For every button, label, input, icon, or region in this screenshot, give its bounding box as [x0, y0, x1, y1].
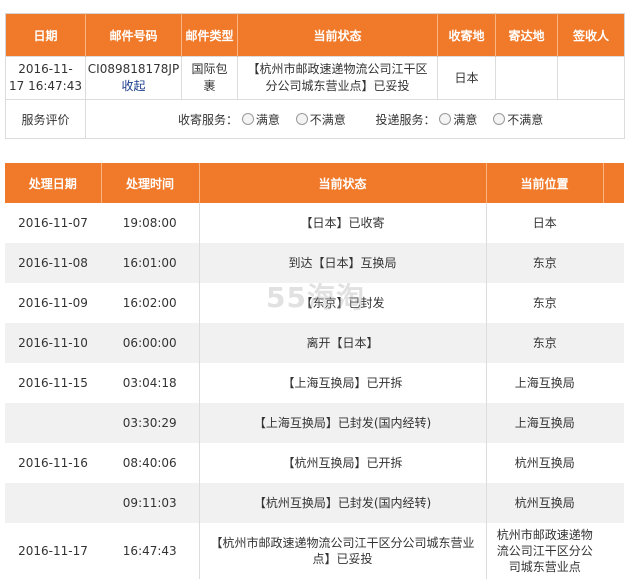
row-date	[5, 483, 101, 523]
evaluation-label: 服务评价	[5, 99, 86, 139]
deliver-satisfied-radio[interactable]	[439, 112, 452, 125]
row-time: 16:02:00	[101, 283, 199, 323]
row-status: 【杭州市邮政速递物流公司江干区分公司城东营业 点】已妥投	[198, 523, 486, 579]
row-date: 2016-11-15	[5, 363, 101, 403]
row-location: 东京	[485, 243, 603, 283]
summary-destination	[495, 56, 558, 100]
collect-service-group: 收寄服务： 满意 不满意	[178, 112, 362, 127]
row-location: 上海互换局	[485, 403, 603, 443]
row-time: 03:04:18	[101, 363, 199, 403]
header-date: 日期	[5, 13, 86, 57]
header-signer: 签收人	[557, 13, 625, 57]
row-location: 日本	[485, 203, 603, 243]
table-row: 2016-11-10 06:00:00 离开【日本】 东京	[5, 323, 624, 363]
row-status: 【上海互换局】已封发(国内经转)	[198, 403, 486, 443]
header-current-location: 当前位置	[486, 163, 604, 203]
table-row: 2016-11-07 19:08:00 【日本】已收寄 日本	[5, 203, 624, 243]
collapse-link[interactable]: 收起	[86, 78, 181, 95]
mail-summary-table: 日期 邮件号码 邮件类型 当前状态 收寄地 寄达地 签收人 2016-11- 1…	[5, 13, 625, 139]
row-date: 2016-11-16	[5, 443, 101, 483]
deliver-unsatisfied-radio[interactable]	[493, 112, 506, 125]
header-scroll-gutter	[603, 163, 624, 203]
summary-row: 2016-11- 17 16:47:43 CI089818178JP 收起 国际…	[5, 56, 625, 100]
header-destination: 寄达地	[495, 13, 558, 57]
row-time: 16:01:00	[101, 243, 199, 283]
row-location: 杭州互换局	[485, 483, 603, 523]
row-date: 2016-11-10	[5, 323, 101, 363]
row-status: 【日本】已收寄	[198, 203, 486, 243]
deliver-unsatisfied-option[interactable]: 不满意	[493, 112, 543, 127]
evaluation-options: 收寄服务： 满意 不满意 投递服务： 满意 不满意	[85, 99, 625, 139]
table-row: 2016-11-17 16:47:43 【杭州市邮政速递物流公司江干区分公司城东…	[5, 523, 624, 579]
deliver-satisfied-option[interactable]: 满意	[439, 112, 477, 127]
row-time: 16:47:43	[101, 523, 199, 579]
row-location: 上海互换局	[485, 363, 603, 403]
row-status: 到达【日本】互换局	[198, 243, 486, 283]
row-status: 【上海互换局】已开拆	[198, 363, 486, 403]
summary-date: 2016-11- 17 16:47:43	[5, 56, 86, 100]
summary-origin: 日本	[437, 56, 496, 100]
summary-mail-number: CI089818178JP 收起	[85, 56, 182, 100]
row-time: 08:40:06	[101, 443, 199, 483]
row-date	[5, 403, 101, 443]
header-mail-type: 邮件类型	[181, 13, 238, 57]
row-date: 2016-11-08	[5, 243, 101, 283]
row-status: 【东京】已封发	[198, 283, 486, 323]
tracking-header-row: 处理日期 处理时间 当前状态 当前位置	[5, 163, 624, 203]
row-date: 2016-11-09	[5, 283, 101, 323]
service-evaluation-row: 服务评价 收寄服务： 满意 不满意 投递服务： 满意 不满意	[5, 99, 625, 139]
summary-header-row: 日期 邮件号码 邮件类型 当前状态 收寄地 寄达地 签收人	[5, 13, 625, 57]
table-row: 2016-11-15 03:04:18 【上海互换局】已开拆 上海互换局	[5, 363, 624, 403]
row-location: 东京	[485, 283, 603, 323]
header-origin: 收寄地	[437, 13, 496, 57]
row-status: 【杭州互换局】已开拆	[198, 443, 486, 483]
row-time: 19:08:00	[101, 203, 199, 243]
deliver-service-label: 投递服务：	[375, 112, 436, 127]
table-row: 09:11:03 【杭州互换局】已封发(国内经转) 杭州互换局	[5, 483, 624, 523]
tracking-history-table: 处理日期 处理时间 当前状态 当前位置 2016-11-07 19:08:00 …	[5, 163, 624, 579]
table-row: 2016-11-09 16:02:00 【东京】已封发 东京	[5, 283, 624, 323]
header-current-status: 当前状态	[237, 13, 438, 57]
collect-service-label: 收寄服务：	[178, 112, 239, 127]
header-process-time: 处理时间	[101, 163, 200, 203]
row-time: 03:30:29	[101, 403, 199, 443]
header-mail-number: 邮件号码	[85, 13, 182, 57]
summary-status: 【杭州市邮政速递物流公司江干区 分公司城东营业点】已妥投	[237, 56, 438, 100]
deliver-service-group: 投递服务： 满意 不满意	[375, 112, 556, 127]
row-date: 2016-11-17	[5, 523, 101, 579]
collect-unsatisfied-radio[interactable]	[295, 112, 308, 125]
header-process-date: 处理日期	[5, 163, 102, 203]
collect-satisfied-option[interactable]: 满意	[241, 112, 280, 127]
header-tracking-status: 当前状态	[199, 163, 487, 203]
row-location: 东京	[485, 323, 603, 363]
summary-signer	[557, 56, 625, 100]
summary-mail-type: 国际包 裹	[181, 56, 238, 100]
row-status: 【杭州互换局】已封发(国内经转)	[198, 483, 486, 523]
table-row: 03:30:29 【上海互换局】已封发(国内经转) 上海互换局	[5, 403, 624, 443]
table-row: 2016-11-08 16:01:00 到达【日本】互换局 东京	[5, 243, 624, 283]
row-location: 杭州互换局	[485, 443, 603, 483]
collect-unsatisfied-option[interactable]: 不满意	[295, 112, 346, 127]
row-time: 09:11:03	[101, 483, 199, 523]
row-time: 06:00:00	[101, 323, 199, 363]
collect-satisfied-radio[interactable]	[241, 112, 254, 125]
row-date: 2016-11-07	[5, 203, 101, 243]
row-status: 离开【日本】	[198, 323, 486, 363]
table-row: 2016-11-16 08:40:06 【杭州互换局】已开拆 杭州互换局	[5, 443, 624, 483]
row-location: 杭州市邮政速递物 流公司江干区分公 司城东营业点	[485, 523, 603, 579]
